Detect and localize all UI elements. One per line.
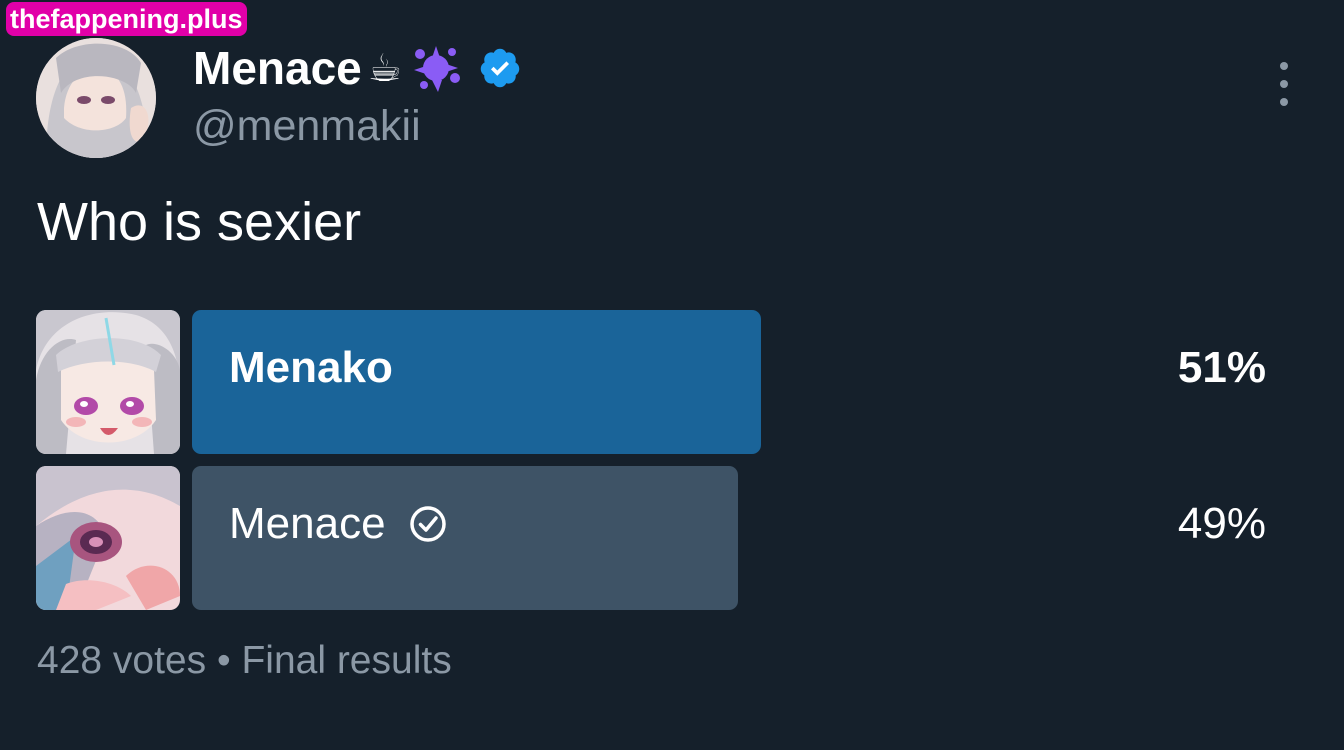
poll-option-percent: 51% <box>1177 343 1266 392</box>
watermark: thefappening.plus <box>6 2 247 36</box>
poll-option-percent: 49% <box>1177 499 1266 548</box>
meta-separator: • <box>206 639 242 682</box>
author-name-row[interactable]: Menace ☕ <box>193 40 522 96</box>
poll-meta: 428 votes • Final results <box>37 636 452 686</box>
poll-status: Final results <box>241 639 452 682</box>
avatar[interactable] <box>36 38 156 158</box>
avatar-image <box>36 38 156 158</box>
author-handle[interactable]: @menmakii <box>193 100 421 152</box>
anime-girl-thumbnail <box>36 310 180 454</box>
poll-option-text: Menako <box>229 343 393 392</box>
tweet-text: Who is sexier <box>37 192 362 252</box>
poll-option-text: Menace <box>229 499 386 548</box>
verified-badge-icon <box>480 48 520 88</box>
poll-option-menace: Menace 49% <box>36 466 1296 610</box>
poll-option-label: Menako <box>229 310 393 426</box>
vote-count: 428 votes <box>37 639 207 682</box>
more-vertical-icon[interactable] <box>1270 62 1298 106</box>
voted-check-icon <box>409 506 446 542</box>
poll-option-menako: Menako 51% <box>36 310 1296 454</box>
purple-splat-icon <box>413 46 460 92</box>
author-display-name[interactable]: Menace <box>193 40 362 96</box>
anime-girl-closeup-thumbnail <box>36 466 180 610</box>
poll-option-label: Menace <box>229 466 448 582</box>
coffee-cup-icon: ☕ <box>367 46 402 90</box>
